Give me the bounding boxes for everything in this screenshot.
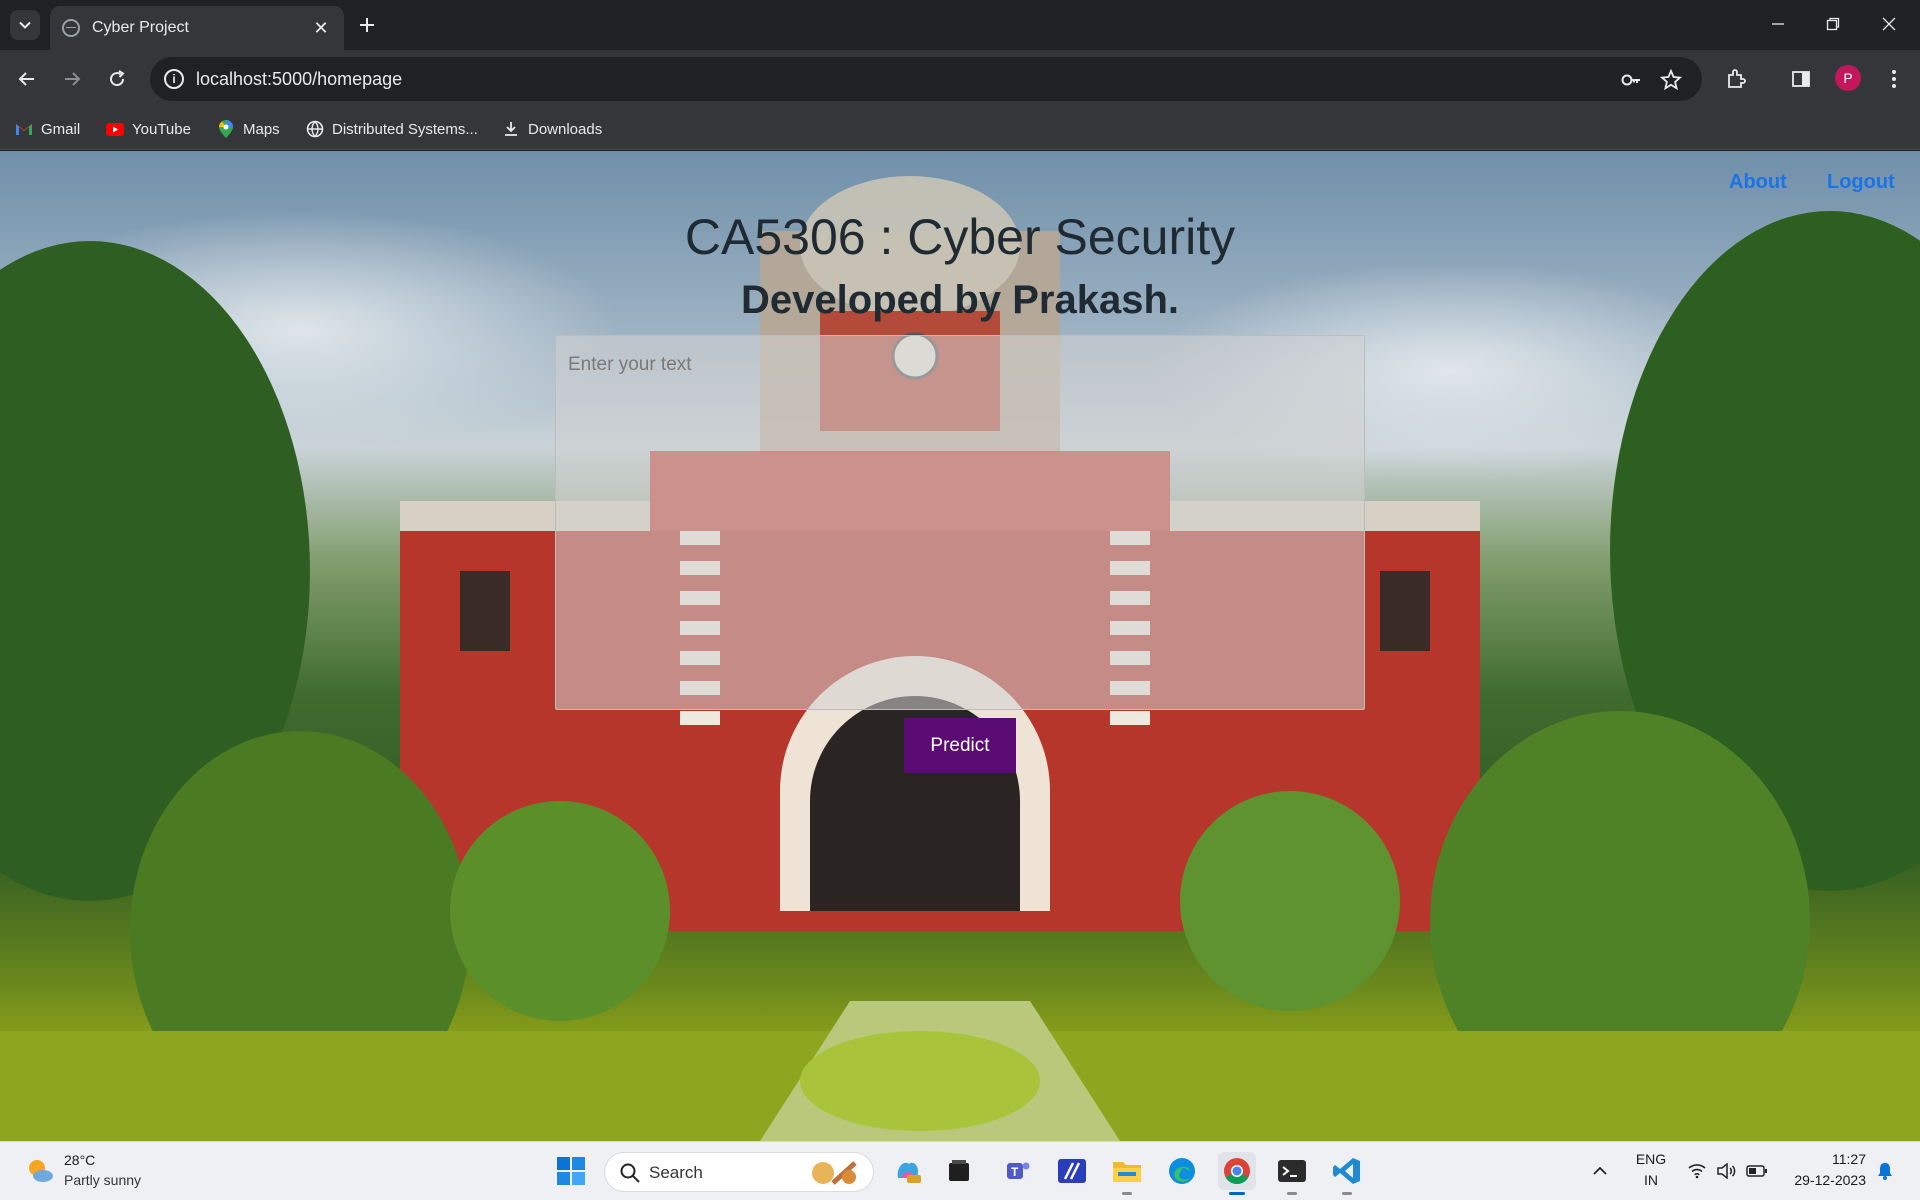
running-indicator: [1342, 1192, 1352, 1195]
tab-strip: Cyber Project ✕: [0, 0, 1920, 50]
vscode-icon: [1333, 1158, 1360, 1184]
running-indicator: [1122, 1192, 1132, 1195]
download-icon: [502, 120, 520, 138]
bookmark-maps[interactable]: Maps: [217, 117, 280, 141]
wifi-icon[interactable]: [1686, 1160, 1708, 1182]
taskbar-app-chrome[interactable]: [1218, 1152, 1256, 1195]
start-button[interactable]: [552, 1152, 590, 1190]
taskbar-app-edge[interactable]: [1163, 1152, 1201, 1190]
battery-icon[interactable]: [1746, 1160, 1768, 1182]
taskbar-app-teams[interactable]: T: [999, 1152, 1037, 1190]
key-icon[interactable]: [1618, 67, 1644, 93]
taskbar-search[interactable]: Search: [604, 1152, 874, 1192]
active-indicator: [1229, 1192, 1245, 1195]
bookmark-star-icon[interactable]: [1658, 67, 1684, 93]
bookmark-label: Downloads: [528, 120, 603, 138]
folder-icon: [1113, 1162, 1141, 1182]
language-line2[interactable]: IN: [1630, 1172, 1672, 1188]
teams-icon: T: [1007, 1162, 1030, 1179]
running-indicator: [1287, 1192, 1297, 1195]
bookmark-label: Distributed Systems...: [332, 120, 478, 138]
chevron-down-icon: [19, 21, 31, 29]
volume-icon[interactable]: [1716, 1160, 1738, 1182]
search-icon: [620, 1163, 640, 1183]
side-panel-icon[interactable]: [1785, 63, 1817, 95]
predict-button[interactable]: Predict: [904, 718, 1016, 773]
page-subtitle: Developed by Prakash.: [741, 278, 1179, 322]
clock-date[interactable]: 29-12-2023: [1786, 1172, 1866, 1188]
taskbar-app-copilot[interactable]: [889, 1152, 927, 1190]
bookmarks-bar: Gmail YouTube Maps Distributed Systems..…: [0, 108, 1920, 150]
weather-description: Partly sunny: [64, 1172, 142, 1188]
globe-icon: [62, 19, 80, 37]
address-bar[interactable]: i localhost:5000/homepage: [150, 57, 1702, 101]
bookmark-gmail[interactable]: Gmail: [15, 117, 80, 141]
search-label: Search: [649, 1163, 703, 1182]
windows-logo-icon: [557, 1157, 585, 1185]
bookmark-label: YouTube: [132, 120, 191, 138]
restore-icon: [1826, 17, 1840, 31]
globe-icon: [306, 120, 324, 138]
minimize-icon: [1772, 23, 1784, 25]
taskbar-app-file-explorer[interactable]: [1108, 1152, 1146, 1195]
profile-avatar[interactable]: P: [1835, 65, 1861, 91]
zoho-icon: [1058, 1159, 1086, 1183]
tab-cyber-project[interactable]: Cyber Project ✕: [50, 6, 344, 50]
close-icon: [1882, 17, 1896, 31]
svg-text:T: T: [1011, 1165, 1019, 1179]
back-button[interactable]: [9, 61, 45, 97]
forward-button[interactable]: [54, 61, 90, 97]
language-line1[interactable]: ENG: [1630, 1151, 1672, 1167]
reload-button[interactable]: [99, 61, 135, 97]
windows-taskbar: 28°C Partly sunny Search T ENG IN 11:27 …: [0, 1141, 1920, 1200]
new-tab-button[interactable]: [352, 10, 382, 40]
extensions-icon[interactable]: [1720, 63, 1752, 95]
url-text[interactable]: localhost:5000/homepage: [196, 69, 402, 90]
minimize-button[interactable]: [1751, 0, 1805, 48]
browser-toolbar: i localhost:5000/homepage P: [0, 50, 1920, 108]
bookmark-label: Maps: [243, 120, 280, 138]
menu-kebab-icon[interactable]: [1878, 63, 1910, 95]
file-stack-icon: [949, 1160, 969, 1181]
copilot-icon: [897, 1162, 921, 1183]
close-window-button[interactable]: [1862, 0, 1916, 48]
bookmark-downloads[interactable]: Downloads: [502, 117, 602, 141]
bookmark-distributed-systems[interactable]: Distributed Systems...: [306, 117, 478, 141]
arrow-right-icon: [65, 72, 81, 86]
bookmark-label: Gmail: [41, 120, 81, 138]
clock-time[interactable]: 11:27: [1786, 1151, 1866, 1167]
tab-title: Cyber Project: [92, 19, 189, 36]
taskbar-app-files-black[interactable]: [940, 1152, 978, 1190]
page-title: CA5306 : Cyber Security: [684, 209, 1236, 265]
taskbar-app-zoho[interactable]: [1053, 1152, 1091, 1190]
gmail-icon: [15, 120, 33, 138]
about-link[interactable]: About: [1729, 171, 1787, 194]
bookmark-youtube[interactable]: YouTube: [106, 117, 191, 141]
page-viewport: About Logout CA5306 : Cyber Security Dev…: [0, 151, 1920, 1141]
reload-icon: [110, 70, 125, 87]
chrome-icon: [1224, 1158, 1250, 1185]
arrow-left-icon: [18, 72, 34, 86]
tab-search-button[interactable]: [10, 10, 40, 40]
search-highlight-icon: [812, 1161, 857, 1185]
notification-bell-icon[interactable]: [1874, 1160, 1896, 1182]
weather-temperature: 28°C: [64, 1152, 96, 1168]
logout-link[interactable]: Logout: [1827, 171, 1895, 194]
taskbar-app-vscode[interactable]: [1328, 1152, 1366, 1195]
text-input[interactable]: [555, 335, 1365, 710]
partly-sunny-icon: [29, 1160, 53, 1182]
taskbar-app-terminal[interactable]: [1273, 1152, 1311, 1195]
restore-button[interactable]: [1806, 0, 1860, 48]
maps-icon: [217, 120, 235, 138]
site-info-icon[interactable]: i: [164, 69, 184, 89]
close-tab-icon[interactable]: ✕: [310, 18, 332, 39]
youtube-icon: [106, 120, 124, 138]
chevron-up-icon[interactable]: [1589, 1160, 1611, 1182]
plus-icon: [360, 18, 374, 32]
terminal-icon: [1278, 1160, 1306, 1182]
edge-icon: [1169, 1158, 1195, 1184]
